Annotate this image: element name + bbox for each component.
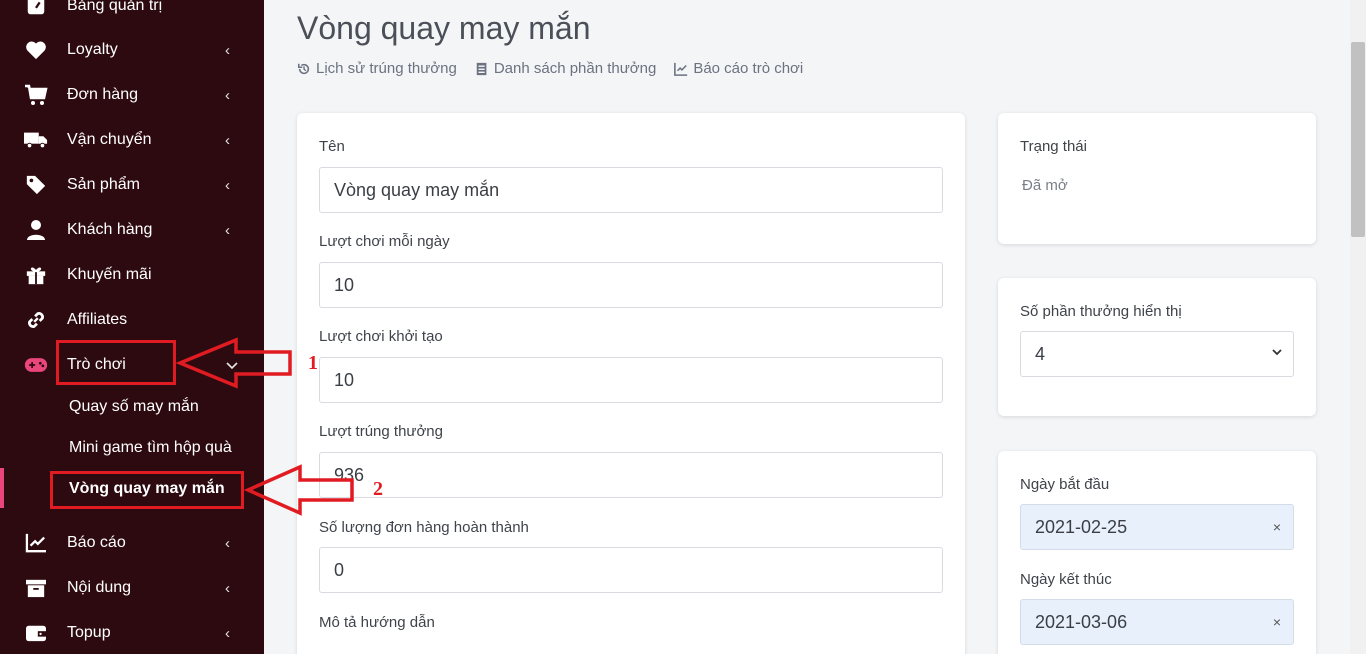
sidebar-item-label: Nội dung [67,579,132,596]
start-date-field[interactable]: 2021-02-25 × [1020,504,1294,550]
main-content: Vòng quay may mắn Lịch sử trúng thưởng D… [264,0,1350,654]
sidebar-item-loyalty[interactable]: Loyalty ‹ [0,30,264,70]
user-icon [24,218,48,242]
description-label: Mô tả hướng dẫn [319,614,435,631]
sidebar-item-dashboard[interactable]: Bảng quản trị [0,0,264,26]
heart-icon [24,38,48,62]
wallet-icon [24,621,48,645]
prizes-display-value: 4 [1035,343,1046,364]
end-date-field[interactable]: 2021-03-06 × [1020,599,1294,645]
archive-icon [24,576,48,600]
sidebar-item-topup[interactable]: Topup ‹ [0,613,264,653]
chevron-left-icon: ‹ [225,176,230,194]
sidebar-item-label: Loyalty [67,41,118,58]
gift-icon [24,263,48,287]
win-history-label: Lịch sử trúng thưởng [316,60,457,77]
winning-plays-label: Lượt trúng thưởng [319,423,443,440]
chevron-left-icon: ‹ [225,534,230,552]
sidebar-item-label: Vận chuyển [67,131,152,148]
sidebar-item-label: Đơn hàng [67,86,138,103]
sidebar-item-label: Sản phẩm [67,176,140,193]
chevron-left-icon: ‹ [225,624,230,642]
annotation-number-2: 2 [373,478,383,500]
chart-line-icon [24,531,48,555]
list-icon [476,62,487,75]
chevron-left-icon: ‹ [225,41,230,59]
chevron-left-icon: ‹ [225,86,230,104]
daily-plays-label: Lượt chơi mỗi ngày [319,233,450,250]
sidebar-item-label: Báo cáo [67,534,126,551]
sidebar-item-label: Khuyến mãi [67,266,152,283]
gamepad-icon [24,353,48,377]
status-value: Đã mở [1022,177,1068,194]
initial-plays-label: Lượt chơi khởi tạo [319,328,443,345]
annotation-arrow-2-icon [244,464,354,516]
page-links: Lịch sử trúng thưởng Danh sách phần thưở… [297,60,803,77]
end-date-value: 2021-03-06 [1035,611,1128,632]
annotation-box-lucky-wheel [50,471,244,509]
sidebar-item-products[interactable]: Sản phẩm ‹ [0,165,264,205]
sidebar-item-content[interactable]: Nội dung ‹ [0,568,264,608]
initial-plays-field[interactable]: 10 [319,357,943,403]
sidebar-item-customers[interactable]: Khách hàng ‹ [0,210,264,250]
sidebar-item-label: Topup [67,624,111,641]
sidebar-item-promotions[interactable]: Khuyến mãi [0,255,264,295]
completed-orders-label: Số lượng đơn hàng hoàn thành [319,519,529,536]
winning-plays-field[interactable]: 936 [319,452,943,498]
annotation-arrow-1-icon [176,337,292,389]
submenu-item-gift-box-game[interactable]: Mini game tìm hộp quà [69,439,232,457]
cart-icon [24,83,48,107]
name-field[interactable]: Vòng quay may mắn [319,167,943,213]
sidebar-item-label: Bảng quản trị [67,0,163,14]
page-title: Vòng quay may mắn [297,10,591,46]
name-label: Tên [319,138,345,155]
prizes-display-card: Số phần thưởng hiển thị 4 [998,278,1316,416]
annotation-box-games [56,340,176,385]
dashboard-icon [24,0,48,18]
game-form-card: Tên Vòng quay may mắn Lượt chơi mỗi ngày… [297,113,965,654]
status-label: Trạng thái [1020,138,1087,155]
sidebar-item-reports[interactable]: Báo cáo ‹ [0,523,264,563]
sidebar-item-affiliates[interactable]: Affiliates [0,300,264,340]
chart-icon [674,62,688,76]
chevron-left-icon: ‹ [225,131,230,149]
scrollbar-thumb[interactable] [1351,42,1365,237]
completed-orders-field[interactable]: 0 [319,547,943,593]
start-date-label: Ngày bắt đầu [1020,476,1110,493]
win-history-link[interactable]: Lịch sử trúng thưởng [297,60,457,77]
truck-icon [24,128,48,152]
sidebar: Bảng quản trị Loyalty ‹ Đơn hàng ‹ Vận c… [0,0,264,654]
status-card: Trạng thái Đã mở [998,113,1316,244]
game-report-label: Báo cáo trò chơi [693,60,804,77]
active-indicator [0,468,4,508]
prize-list-link[interactable]: Danh sách phần thưởng [475,60,657,77]
annotation-number-1: 1 [308,352,318,374]
end-date-label: Ngày kết thúc [1020,571,1112,588]
sidebar-item-label: Affiliates [67,311,128,328]
chevron-left-icon: ‹ [225,579,230,597]
tag-icon [24,173,48,197]
clear-end-date-icon[interactable]: × [1273,614,1281,630]
sidebar-item-shipping[interactable]: Vận chuyển ‹ [0,120,264,160]
history-icon [297,63,310,74]
prizes-display-select[interactable]: 4 [1020,331,1294,377]
link-icon [24,308,48,332]
daily-plays-field[interactable]: 10 [319,262,943,308]
prize-list-label: Danh sách phần thưởng [493,60,657,77]
chevron-left-icon: ‹ [225,221,230,239]
clear-start-date-icon[interactable]: × [1273,519,1281,535]
chevron-down-icon [1272,349,1282,356]
dates-card: Ngày bắt đầu 2021-02-25 × Ngày kết thúc … [998,451,1316,654]
game-report-link[interactable]: Báo cáo trò chơi [674,60,803,77]
sidebar-item-label: Khách hàng [67,221,153,238]
prizes-display-label: Số phần thưởng hiển thị [1020,303,1182,320]
start-date-value: 2021-02-25 [1035,516,1128,537]
sidebar-item-orders[interactable]: Đơn hàng ‹ [0,75,264,115]
submenu-item-lucky-draw[interactable]: Quay số may mắn [69,398,199,416]
